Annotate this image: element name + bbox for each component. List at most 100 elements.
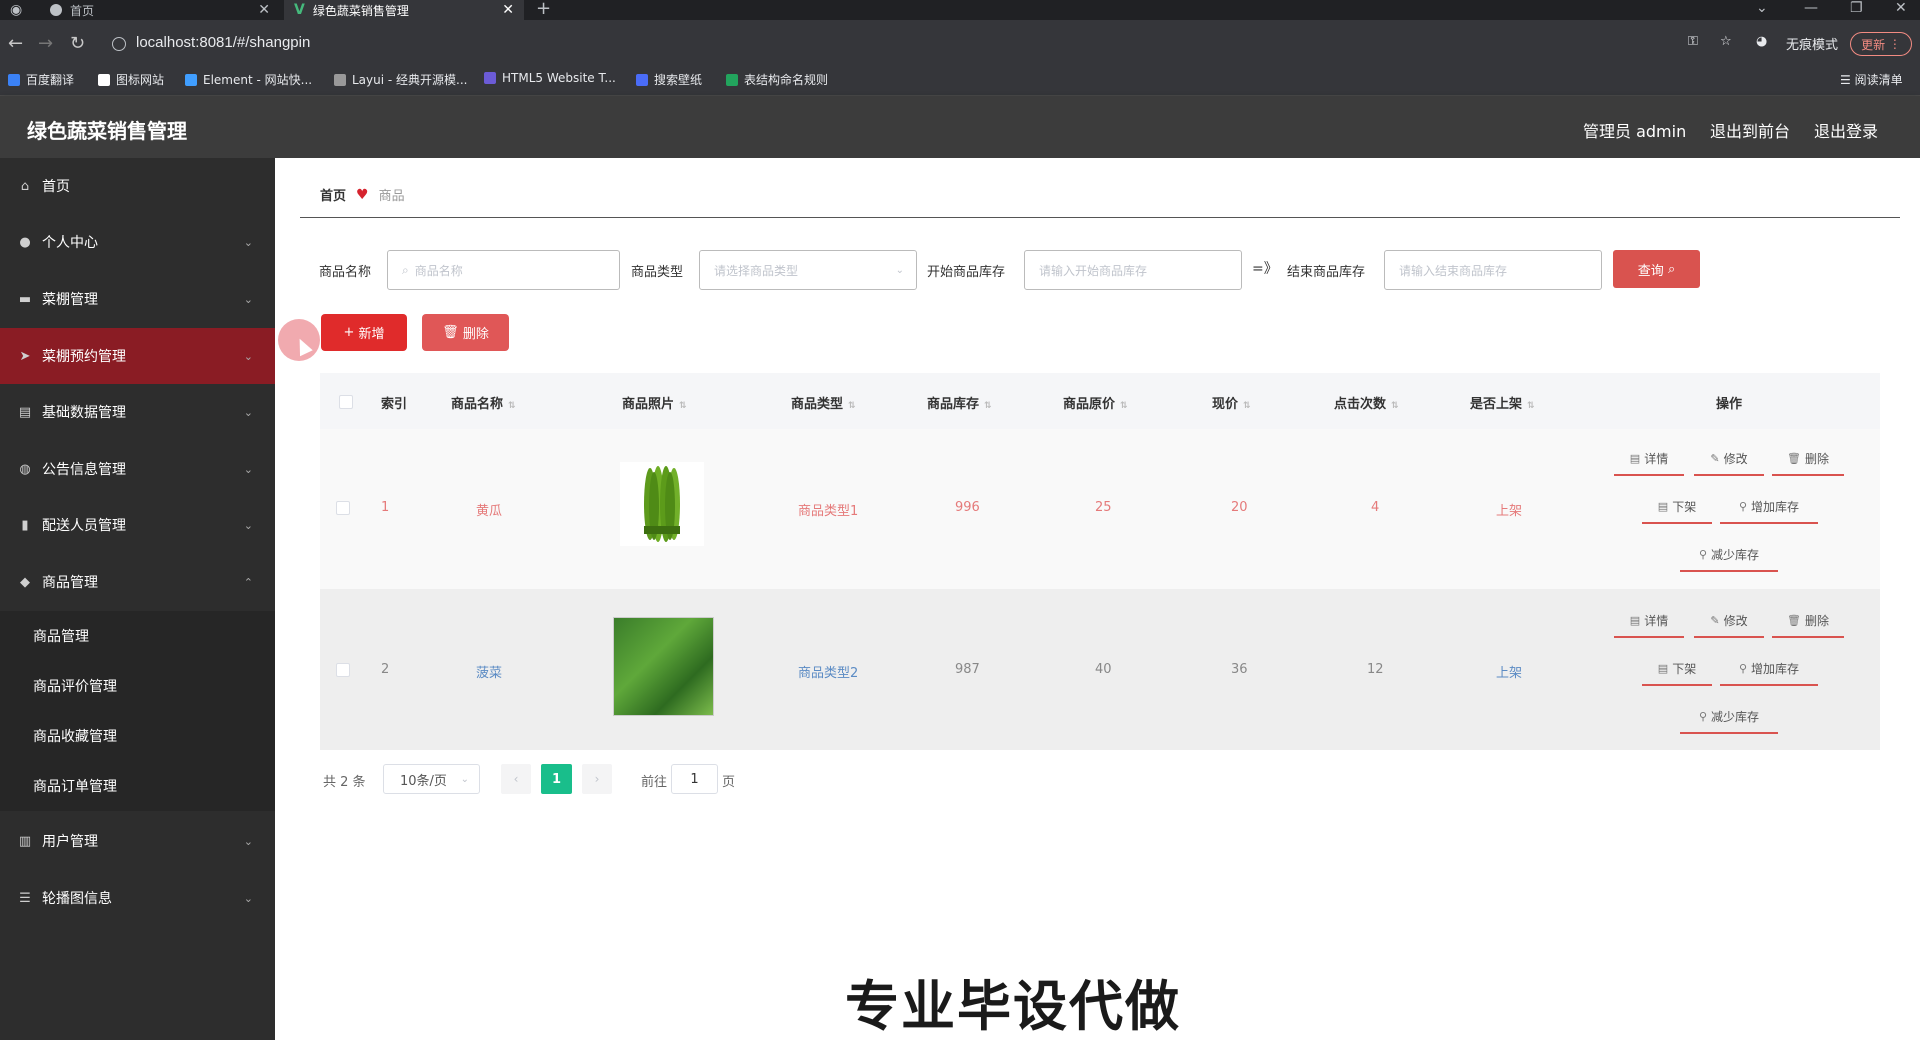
cell-price: 36 bbox=[1231, 662, 1248, 677]
tab-search-icon[interactable]: ⌄ bbox=[1756, 0, 1768, 16]
heart-icon: ♥ bbox=[356, 186, 369, 203]
select-all-checkbox[interactable] bbox=[339, 395, 353, 409]
col-on-shelf-label: 是否上架 bbox=[1470, 397, 1523, 412]
bookmark-label: 图标网站 bbox=[116, 73, 165, 87]
bookmark-item[interactable]: Element - 网站快... bbox=[185, 71, 312, 88]
globe-icon: ◍ bbox=[19, 461, 31, 477]
col-on-shelf[interactable]: 是否上架 ⇅ bbox=[1470, 393, 1535, 412]
col-type[interactable]: 商品类型 ⇅ bbox=[791, 393, 856, 412]
sidebar-item-basic-data[interactable]: ▤ 基础数据管理 ⌄ bbox=[0, 384, 275, 440]
bookmark-item[interactable]: 百度翻译 bbox=[8, 71, 74, 88]
filter-name-input[interactable]: ⌕ 商品名称 bbox=[387, 250, 620, 290]
sidebar-item-home[interactable]: ⌂ 首页 bbox=[0, 158, 275, 214]
bookmark-label: 百度翻译 bbox=[26, 73, 75, 87]
row-checkbox[interactable] bbox=[336, 663, 350, 677]
sidebar-subitem-reviews[interactable]: 商品评价管理 bbox=[0, 661, 275, 711]
col-name[interactable]: 商品名称 ⇅ bbox=[451, 393, 516, 412]
sidebar-item-goods[interactable]: ◆ 商品管理 ⌃ bbox=[0, 554, 275, 610]
add-button[interactable]: + 新增 bbox=[321, 314, 407, 351]
filter-start-stock-label: 开始商品库存 bbox=[927, 265, 1006, 280]
breadcrumb-home[interactable]: 首页 bbox=[320, 185, 346, 204]
sidebar-item-users[interactable]: ▥ 用户管理 ⌄ bbox=[0, 813, 275, 869]
tab-title: 绿色蔬菜销售管理 bbox=[312, 3, 409, 18]
chevron-up-icon: ⌃ bbox=[243, 575, 253, 589]
product-image-cucumber[interactable] bbox=[620, 462, 704, 546]
sidebar-item-profile[interactable]: ● 个人中心 ⌄ bbox=[0, 214, 275, 270]
logout-link[interactable]: 退出登录 bbox=[1814, 118, 1878, 142]
sidebar-item-greenhouse[interactable]: ▬ 菜棚管理 ⌄ bbox=[0, 271, 275, 327]
to-front-link[interactable]: 退出到前台 bbox=[1710, 118, 1790, 142]
sidebar-item-carousel[interactable]: ☰ 轮播图信息 ⌄ bbox=[0, 870, 275, 926]
detail-button[interactable]: ▤ 详情 bbox=[1614, 604, 1684, 638]
sidebar-subitem-goods[interactable]: 商品管理 bbox=[0, 611, 275, 661]
bookmark-item[interactable]: 图标网站 bbox=[98, 71, 164, 88]
add-stock-button[interactable]: ⚲ 增加库存 bbox=[1720, 652, 1818, 686]
bookmark-item[interactable]: HTML5 Website T... bbox=[484, 71, 616, 85]
sidebar-subitem-orders[interactable]: 商品订单管理 bbox=[0, 761, 275, 811]
update-button[interactable]: 更新 ⋮ bbox=[1850, 32, 1912, 56]
close-window-icon[interactable]: ✕ bbox=[1895, 0, 1907, 16]
col-price[interactable]: 现价 ⇅ bbox=[1212, 393, 1251, 412]
back-icon[interactable]: ← bbox=[8, 33, 23, 54]
breadcrumb-current: 商品 bbox=[378, 189, 405, 204]
off-shelf-button[interactable]: ▤ 下架 bbox=[1642, 652, 1712, 686]
row-checkbox[interactable] bbox=[336, 501, 350, 515]
site-info-icon[interactable] bbox=[112, 37, 126, 51]
page-size-select[interactable]: 10条/页 ⌄ bbox=[383, 764, 480, 794]
col-stock[interactable]: 商品库存 ⇅ bbox=[927, 393, 992, 412]
query-button[interactable]: 查询 ⌕ bbox=[1613, 250, 1700, 288]
document-icon: ▤ bbox=[1629, 451, 1641, 465]
restore-icon[interactable]: ❐ bbox=[1850, 0, 1863, 16]
document-icon: ▤ bbox=[1657, 661, 1669, 675]
edit-button[interactable]: ✎ 修改 bbox=[1694, 604, 1764, 638]
browser-tab-home[interactable]: 首页 ✕ bbox=[40, 0, 280, 20]
app-title: 绿色蔬菜销售管理 bbox=[27, 119, 187, 143]
detail-button[interactable]: ▤ 详情 bbox=[1614, 442, 1684, 476]
reduce-stock-button[interactable]: ⚲ 减少库存 bbox=[1680, 538, 1778, 572]
page-number-current[interactable]: 1 bbox=[541, 764, 572, 794]
reduce-stock-button[interactable]: ⚲ 减少库存 bbox=[1680, 700, 1778, 734]
off-shelf-button[interactable]: ▤ 下架 bbox=[1642, 490, 1712, 524]
profile-label[interactable]: 无痕模式 bbox=[1786, 34, 1838, 53]
bar-chart-icon: ▮ bbox=[21, 517, 29, 533]
off-shelf-label: 下架 bbox=[1672, 661, 1697, 676]
col-photo[interactable]: 商品照片 ⇅ bbox=[622, 393, 687, 412]
reading-list[interactable]: ☰ 阅读清单 bbox=[1840, 71, 1903, 88]
filter-type-select[interactable]: 请选择商品类型 ⌄ bbox=[699, 250, 917, 290]
add-stock-button[interactable]: ⚲ 增加库存 bbox=[1720, 490, 1818, 524]
close-icon[interactable]: ✕ bbox=[502, 2, 514, 18]
star-icon[interactable]: ☆ bbox=[1720, 34, 1732, 49]
sort-icon: ⇅ bbox=[1391, 401, 1399, 411]
close-icon[interactable]: ✕ bbox=[258, 2, 270, 18]
sidebar-item-delivery[interactable]: ▮ 配送人员管理 ⌄ bbox=[0, 497, 275, 553]
delete-button[interactable]: 🗑 删除 bbox=[1772, 604, 1844, 638]
next-page-button[interactable]: › bbox=[582, 764, 612, 794]
col-original-price[interactable]: 商品原价 ⇅ bbox=[1063, 393, 1128, 412]
url-field[interactable]: localhost:8081/#/shangpin bbox=[136, 34, 310, 51]
reload-icon[interactable]: ↻ bbox=[70, 33, 85, 54]
batch-delete-button[interactable]: 🗑 删除 bbox=[422, 314, 509, 351]
detail-label: 详情 bbox=[1644, 613, 1669, 628]
goto-page-input[interactable]: 1 bbox=[671, 764, 718, 794]
tab-title: 首页 bbox=[70, 3, 95, 18]
browser-tab-app[interactable]: V 绿色蔬菜销售管理 ✕ bbox=[284, 0, 524, 20]
prev-page-button[interactable]: ‹ bbox=[501, 764, 531, 794]
filter-end-stock-input[interactable]: 请输入结束商品库存 bbox=[1384, 250, 1602, 290]
minimize-icon[interactable]: — bbox=[1804, 0, 1818, 16]
bookmark-item[interactable]: 搜索壁纸 bbox=[636, 71, 702, 88]
delete-button[interactable]: 🗑 删除 bbox=[1772, 442, 1844, 476]
sidebar-subitem-favorites[interactable]: 商品收藏管理 bbox=[0, 711, 275, 761]
search-icon: ⌕ bbox=[402, 262, 409, 277]
sidebar-item-notice[interactable]: ◍ 公告信息管理 ⌄ bbox=[0, 441, 275, 497]
detail-label: 详情 bbox=[1644, 451, 1669, 466]
new-tab-icon[interactable]: + bbox=[536, 0, 551, 19]
bookmark-item[interactable]: Layui - 经典开源模... bbox=[334, 71, 467, 88]
col-clicks[interactable]: 点击次数 ⇅ bbox=[1334, 393, 1399, 412]
sidebar-item-greenhouse-booking[interactable]: ➤ 菜棚预约管理 ⌄ bbox=[0, 328, 275, 384]
product-image-spinach[interactable] bbox=[613, 617, 714, 716]
filter-start-stock-input[interactable]: 请输入开始商品库存 bbox=[1024, 250, 1242, 290]
key-icon[interactable]: ⚿ bbox=[1688, 34, 1698, 49]
forward-icon[interactable]: → bbox=[38, 33, 53, 54]
bookmark-item[interactable]: 表结构命名规则 bbox=[726, 71, 828, 88]
edit-button[interactable]: ✎ 修改 bbox=[1694, 442, 1764, 476]
